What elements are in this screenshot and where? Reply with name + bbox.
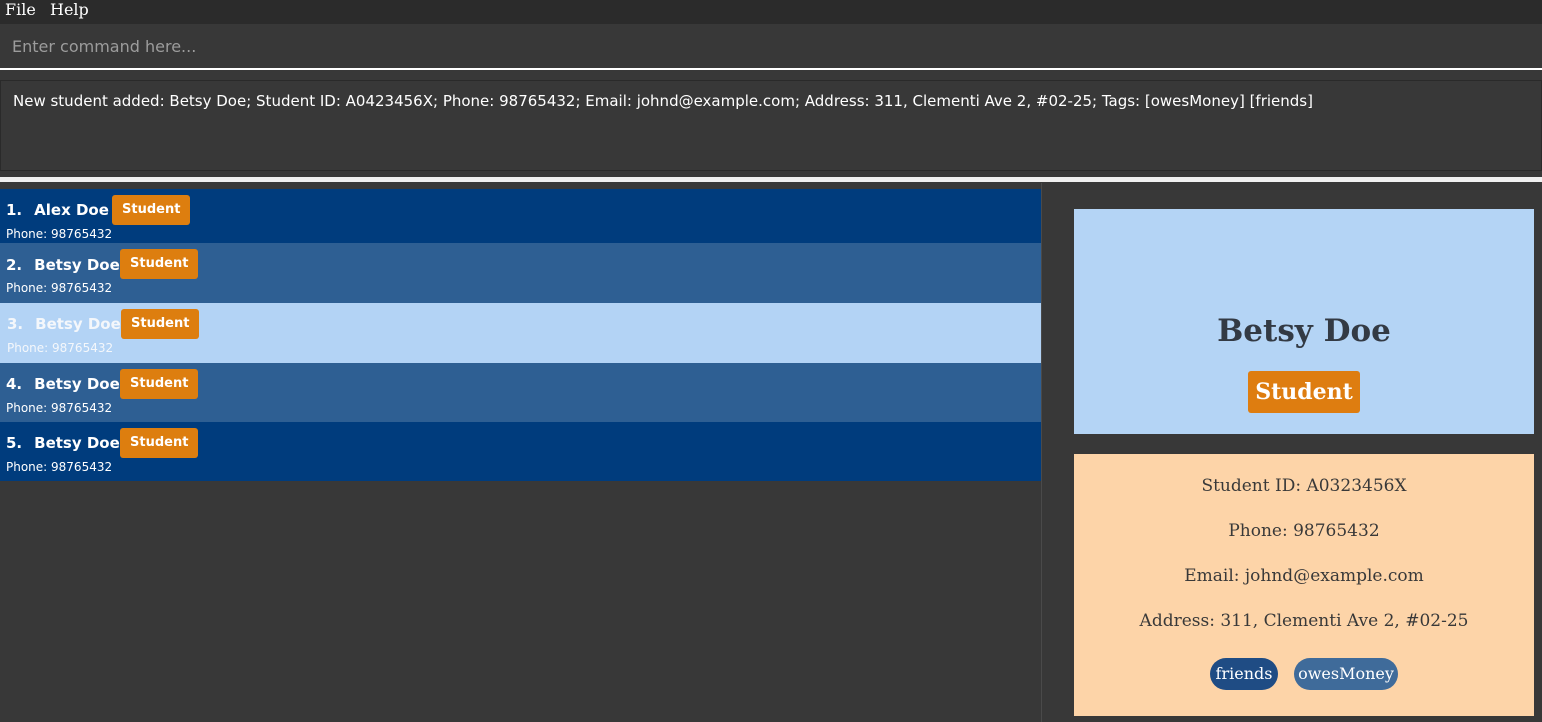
name-card: Betsy Doe Student (1074, 209, 1534, 434)
divider (0, 177, 1542, 182)
list-item-name: Betsy Doe (34, 375, 120, 393)
list-item-name: Alex Doe (34, 201, 109, 219)
student-detail-panel: Betsy Doe Student Student ID: A0323456X … (1042, 183, 1542, 722)
list-item-name: Betsy Doe (34, 256, 120, 274)
list-item-index: 3. (7, 315, 24, 333)
result-text: New student added: Betsy Doe; Student ID… (13, 92, 1313, 110)
detail-phone: Phone: 98765432 (1228, 521, 1380, 541)
list-item[interactable]: 4. Betsy Doe Student Phone: 98765432 (0, 363, 1041, 423)
detail-role-badge: Student (1248, 371, 1360, 413)
list-item-phone: Phone: 98765432 (6, 401, 113, 415)
menu-help[interactable]: Help (50, 0, 89, 20)
list-item-index: 1. (6, 201, 23, 219)
menu-file[interactable]: File (5, 0, 36, 20)
menu-bar: File Help (0, 0, 1542, 24)
list-item-phone: Phone: 98765432 (6, 281, 113, 295)
role-badge: Student (121, 309, 200, 339)
tag-friends: friends (1210, 658, 1278, 690)
role-badge: Student (120, 369, 199, 399)
list-item-index: 2. (6, 256, 23, 274)
list-item[interactable]: 2. Betsy Doe Student Phone: 98765432 (0, 243, 1041, 303)
detail-student-id: Student ID: A0323456X (1201, 476, 1407, 496)
student-list[interactable]: 1. Alex Doe Student Phone: 98765432 2. Bet… (0, 183, 1041, 722)
result-display: New student added: Betsy Doe; Student ID… (0, 80, 1542, 171)
role-badge: Student (112, 195, 191, 225)
list-item-phone: Phone: 98765432 (7, 341, 114, 355)
command-box (0, 24, 1542, 70)
detail-name: Betsy Doe (1217, 313, 1391, 349)
detail-address: Address: 311, Clementi Ave 2, #02-25 (1139, 611, 1469, 631)
list-item-phone: Phone: 98765432 (6, 460, 113, 474)
list-item-index: 4. (6, 375, 23, 393)
list-item-name: Betsy Doe (35, 315, 121, 333)
list-item[interactable]: 1. Alex Doe Student Phone: 98765432 (0, 189, 1041, 249)
list-item[interactable]: 5. Betsy Doe Student Phone: 98765432 (0, 422, 1041, 481)
list-item-name: Betsy Doe (34, 434, 120, 452)
list-item-phone: Phone: 98765432 (6, 227, 113, 241)
tag-owes-money: owesMoney (1294, 658, 1398, 690)
role-badge: Student (120, 428, 199, 458)
info-card: Student ID: A0323456X Phone: 98765432 Em… (1074, 454, 1534, 716)
role-badge: Student (120, 249, 199, 279)
list-item-index: 5. (6, 434, 23, 452)
list-item-selected[interactable]: 3. Betsy Doe Student Phone: 98765432 (0, 303, 1041, 363)
detail-email: Email: johnd@example.com (1184, 566, 1424, 586)
command-input[interactable] (0, 24, 1542, 68)
